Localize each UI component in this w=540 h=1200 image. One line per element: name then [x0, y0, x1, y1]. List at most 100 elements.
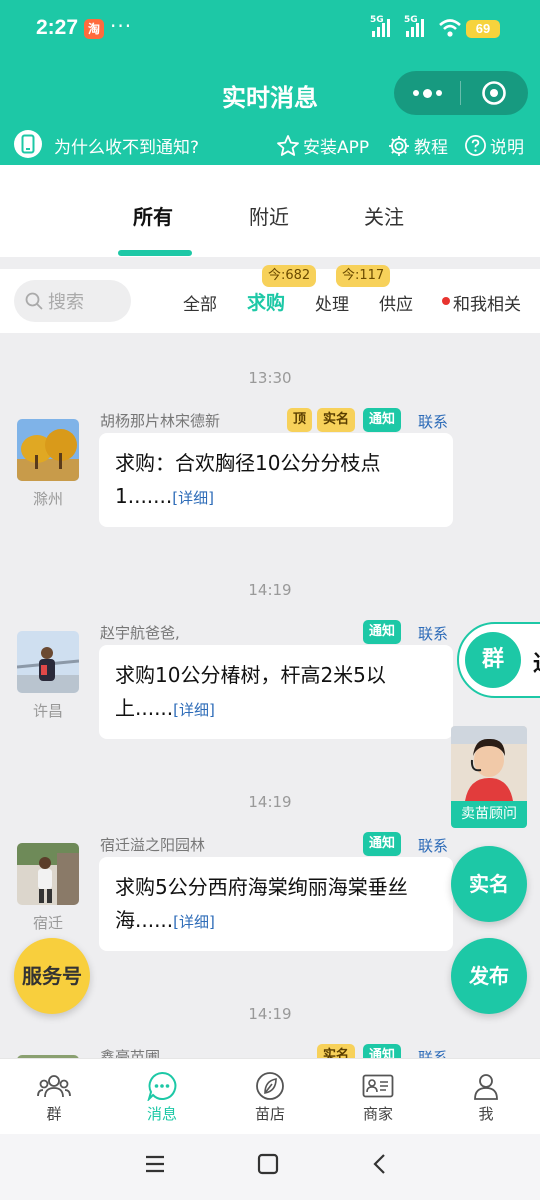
filter-clearance[interactable]: 处理 — [315, 290, 349, 315]
join-group-label: 进 — [533, 646, 540, 678]
message-bubble[interactable]: 求购10公分椿树，杆高2米5以上......[详细] — [99, 645, 453, 739]
status-bar: 2:27 淘 ··· 5G 5G 69 — [0, 0, 540, 58]
phone-icon — [14, 130, 42, 158]
message-text: 求购10公分椿树，杆高2米5以上...... — [115, 663, 386, 720]
advisor-photo — [451, 726, 527, 801]
time-separator: 13:30 — [248, 369, 292, 387]
notify-tag[interactable]: 通知 — [363, 832, 402, 856]
active-tab-indicator — [118, 250, 192, 256]
service-account-button[interactable]: 服务号 — [14, 938, 90, 1014]
filter-all[interactable]: 全部 — [183, 290, 217, 315]
network-type: 5G — [370, 15, 384, 25]
group-icon — [37, 1075, 71, 1098]
user-name[interactable]: 赵宇航爸爸, — [100, 622, 180, 643]
detail-link[interactable]: [详细] — [172, 489, 214, 507]
avatar[interactable] — [17, 631, 79, 693]
message-bubble[interactable]: 求购5公分西府海棠绚丽海棠垂丝海......[详细] — [99, 857, 453, 951]
nav-group[interactable]: 群 — [14, 1069, 94, 1124]
filter-supply[interactable]: 供应 — [379, 290, 413, 315]
nav-me-label: 我 — [478, 1105, 494, 1123]
filter-related-to-me[interactable]: 和我相关 — [453, 290, 521, 315]
clearance-count-badge: 今:117 — [336, 265, 391, 287]
miniapp-capsule — [394, 71, 528, 115]
purchase-count-badge: 今:682 — [262, 265, 317, 287]
leaf-icon — [256, 1072, 284, 1100]
menu-icon[interactable] — [143, 1152, 167, 1176]
tutorial-label: 教程 — [414, 138, 448, 158]
message-icon — [147, 1071, 177, 1101]
nav-me[interactable]: 我 — [446, 1069, 526, 1124]
avatar[interactable] — [17, 419, 79, 481]
verified-tag: 实名 — [317, 408, 356, 432]
target-icon — [482, 81, 506, 105]
time-separator: 14:19 — [248, 1005, 292, 1023]
top-bar: 2:27 淘 ··· 5G 5G 69 实时消息 为什么收不到通知? 安装APP… — [0, 0, 540, 165]
publish-button[interactable]: 发布 — [451, 938, 527, 1014]
notify-tag[interactable]: 通知 — [363, 408, 402, 432]
notice-row: 为什么收不到通知? 安装APP 教程 说明 — [0, 128, 540, 162]
battery-indicator: 69 — [466, 20, 500, 38]
filter-bar: 搜索 全部 求购 今:682 处理 今:117 供应 和我相关 — [0, 265, 540, 333]
search-input[interactable]: 搜索 — [14, 280, 131, 322]
signal-icon: 5G — [370, 15, 390, 37]
message-text: 求购：合欢胸径10公分分枝点1....... — [115, 451, 381, 508]
tab-nearby[interactable]: 附近 — [249, 201, 289, 230]
user-location: 宿迁 — [32, 914, 63, 932]
install-app-label: 安装APP — [303, 138, 370, 158]
more-button[interactable] — [394, 71, 460, 115]
explain-label: 说明 — [490, 138, 524, 158]
sales-advisor-card[interactable]: 卖苗顾问 — [451, 726, 527, 828]
notification-help-link[interactable]: 为什么收不到通知? — [54, 133, 199, 158]
main-tabs: 所有 附近 关注 — [0, 165, 540, 257]
star-icon — [277, 134, 299, 156]
nav-merchants-label: 商家 — [362, 1105, 393, 1123]
gear-icon — [389, 135, 409, 156]
tutorial-button[interactable]: 教程 — [387, 133, 448, 158]
home-icon[interactable] — [256, 1152, 280, 1176]
detail-link[interactable]: [详细] — [173, 913, 215, 931]
user-location: 滁州 — [32, 490, 63, 508]
notify-tag[interactable]: 通知 — [363, 1044, 402, 1058]
more-notifications-icon: ··· — [110, 14, 133, 38]
contact-link[interactable]: 联系 — [418, 411, 448, 432]
detail-link[interactable]: [详细] — [173, 701, 215, 719]
user-location: 许昌 — [32, 702, 63, 720]
install-app-button[interactable]: 安装APP — [276, 133, 369, 158]
help-icon — [465, 135, 486, 156]
nav-messages-label: 消息 — [146, 1105, 177, 1123]
user-name[interactable]: 胡杨那片林宋德新 — [100, 410, 220, 431]
user-name[interactable]: 鑫豪苗圃 — [100, 1046, 160, 1058]
unread-dot — [442, 297, 450, 305]
back-icon[interactable] — [368, 1152, 392, 1176]
tab-all[interactable]: 所有 — [133, 201, 173, 230]
notify-tag[interactable]: 通知 — [363, 620, 402, 644]
message-feed[interactable]: 13:30 滁州 胡杨那片林宋德新 顶 实名 通知 联系 求购：合欢胸径10公分… — [0, 333, 540, 1058]
contact-link[interactable]: 联系 — [418, 1047, 448, 1058]
person-icon — [474, 1074, 498, 1100]
status-time: 2:27 — [36, 16, 79, 39]
nav-messages[interactable]: 消息 — [122, 1069, 202, 1124]
nav-nursery-store-label: 苗店 — [254, 1105, 285, 1123]
contact-link[interactable]: 联系 — [418, 835, 448, 856]
id-card-icon — [362, 1074, 394, 1098]
tab-following[interactable]: 关注 — [364, 201, 404, 230]
top-tag: 顶 — [287, 408, 313, 432]
avatar[interactable] — [17, 843, 79, 905]
network-type-2: 5G — [404, 15, 418, 25]
taobao-notification-icon: 淘 — [84, 19, 104, 39]
nav-merchants[interactable]: 商家 — [338, 1069, 418, 1124]
message-bubble[interactable]: 求购：合欢胸径10公分分枝点1.......[详细] — [99, 433, 453, 527]
explain-button[interactable]: 说明 — [464, 133, 524, 158]
system-nav-bar — [0, 1134, 540, 1200]
user-name[interactable]: 宿迁溢之阳园林 — [100, 834, 205, 855]
wifi-icon — [439, 19, 461, 37]
close-miniapp-button[interactable] — [461, 71, 527, 115]
contact-link[interactable]: 联系 — [418, 623, 448, 644]
group-badge: 群 — [465, 632, 521, 688]
message-text: 求购5公分西府海棠绚丽海棠垂丝海...... — [115, 875, 408, 932]
time-separator: 14:19 — [248, 581, 292, 599]
nav-nursery-store[interactable]: 苗店 — [230, 1069, 310, 1124]
join-group-widget[interactable]: 群 进 — [457, 622, 540, 698]
realname-button[interactable]: 实名 — [451, 846, 527, 922]
filter-purchase[interactable]: 求购 — [247, 288, 285, 315]
